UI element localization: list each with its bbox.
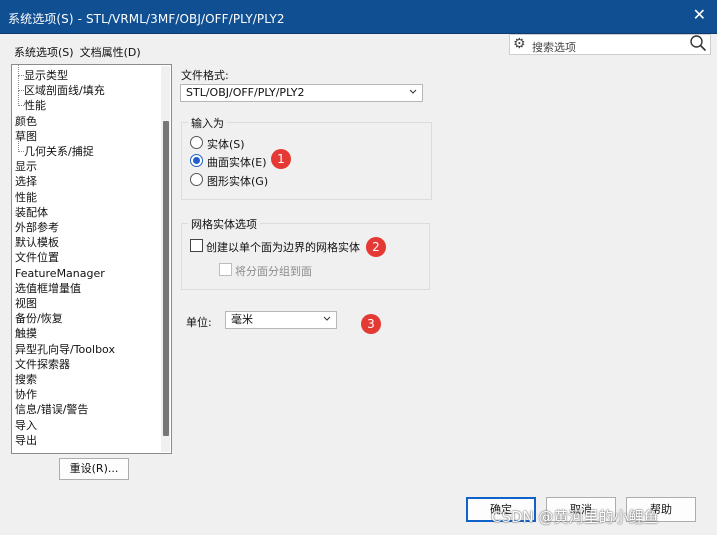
annotation-badge-1: 1 [271,149,291,169]
watermark: CSDN @黄河里的小鲤鱼 [491,508,659,526]
tree-item[interactable]: 装配体 [15,205,48,220]
tree-item[interactable]: 显示类型 [18,65,68,83]
file-format-select[interactable]: STL/OBJ/OFF/PLY/PLY2 [180,84,423,102]
tree-item[interactable]: FeatureManager [15,266,105,281]
reset-button[interactable]: 重设(R)... [59,458,129,480]
tree-item[interactable]: 默认模板 [15,235,59,250]
scrollbar-thumb[interactable] [163,121,169,436]
tab-document-properties[interactable]: 文档属性(D) [80,46,141,59]
tree-item[interactable]: 导入 [15,418,37,433]
tree-item[interactable]: 选择 [15,174,37,189]
tree-item[interactable]: 信息/错误/警告 [15,402,88,417]
tree-item[interactable]: 几何关系/捕捉 [18,136,94,159]
radio-button[interactable] [190,173,203,186]
radio-solid-label: 实体(S) [207,138,245,151]
tree-item[interactable]: 搜索 [15,372,37,387]
create-mesh-body-checkbox[interactable] [190,239,203,252]
units-value: 毫米 [231,313,253,326]
search-options-box[interactable]: ⚙ 搜索选项 [509,34,711,55]
tab-system-options[interactable]: 系统选项(S) [14,46,74,59]
tree-item[interactable]: 外部参考 [15,220,59,235]
options-tree[interactable]: 显示类型 区域剖面线/填充 性能 颜色 草图 几何关系/捕捉 显示 选择 性能 装配体 外部参考 默认… [11,64,172,454]
tree-item[interactable]: 性能 [18,90,46,113]
tree-item[interactable]: 颜色 [15,114,37,129]
file-format-label: 文件格式: [181,69,229,82]
radio-button[interactable] [190,136,203,149]
radio-graphics-body-label: 图形实体(G) [207,175,269,188]
close-icon[interactable]: ✕ [693,7,706,23]
title-bar: 系统选项(S) - STL/VRML/3MF/OBJ/OFF/PLY/PLY2 … [0,0,717,34]
tree-item[interactable]: 视图 [15,296,37,311]
input-as-legend: 输入为 [188,115,227,131]
mesh-body-options-legend: 网格实体选项 [188,216,260,232]
chevron-down-icon [409,89,417,94]
tree-item[interactable]: 文件位置 [15,250,59,265]
tree-item[interactable]: 协作 [15,387,37,402]
annotation-badge-3: 3 [361,314,381,334]
group-facets-checkbox [219,263,232,276]
gear-icon: ⚙ [513,36,526,52]
tree-item[interactable]: 导出 [15,433,37,448]
annotation-badge-2: 2 [366,237,386,257]
tree-item[interactable]: 显示 [15,159,37,174]
window-title: 系统选项(S) - STL/VRML/3MF/OBJ/OFF/PLY/PLY2 [8,12,285,26]
file-format-value: STL/OBJ/OFF/PLY/PLY2 [186,86,305,99]
radio-button-selected[interactable] [190,154,203,167]
tab-strip: 系统选项(S) 文档属性(D) [14,44,147,60]
tree-item[interactable]: 性能 [15,190,37,205]
search-icon[interactable] [689,34,707,52]
tree-item[interactable]: 触摸 [15,326,37,341]
mesh-body-options-group: 网格实体选项 [181,216,430,290]
search-placeholder: 搜索选项 [532,41,576,54]
tree-item[interactable]: 文件探索器 [15,357,70,372]
create-mesh-body-label: 创建以单个面为边界的网格实体 [206,241,360,254]
tree-scrollbar[interactable] [161,66,170,452]
tree-item[interactable]: 区域剖面线/填充 [18,75,105,98]
units-select[interactable]: 毫米 [225,311,337,329]
tree-item[interactable]: 异型孔向导/Toolbox [15,342,115,357]
group-facets-label: 将分面分组到面 [235,265,312,278]
tree-item[interactable]: 选值框增量值 [15,281,81,296]
tree-item[interactable]: 备份/恢复 [15,311,63,326]
units-label: 单位: [186,316,212,329]
radio-surface-body-label: 曲面实体(E) [207,156,267,169]
chevron-down-icon [323,316,331,321]
